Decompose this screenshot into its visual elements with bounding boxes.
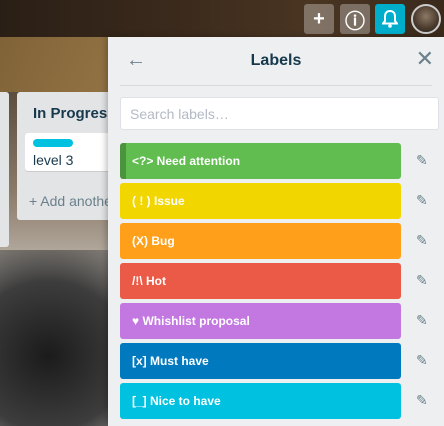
label-option[interactable]: /!\ Hot — [120, 263, 401, 299]
edit-pencil-icon[interactable]: ✎ — [416, 272, 428, 289]
list-column-partial — [0, 92, 9, 247]
label-row: ( ! ) Issue ✎ — [120, 183, 440, 219]
card-label — [33, 139, 73, 147]
info-button[interactable]: ⓘ — [340, 4, 370, 34]
label-option[interactable]: <?> Need attention — [120, 143, 401, 179]
label-option[interactable]: [_] Nice to have — [120, 383, 401, 419]
avatar[interactable] — [411, 4, 441, 34]
label-option[interactable]: [x] Must have — [120, 343, 401, 379]
label-list: <?> Need attention ✎( ! ) Issue ✎ (X) Bug ✎ /… — [120, 143, 440, 423]
label-row: ♥ Whishlist proposal ✎ — [120, 303, 440, 339]
popover-header: ← Labels ✕ — [108, 37, 444, 85]
edit-pencil-icon[interactable]: ✎ — [416, 392, 428, 409]
label-row: [_] Nice to have ✎ — [120, 383, 440, 419]
popover-title: Labels — [250, 52, 302, 69]
label-row: /!\ Hot ✎ — [120, 263, 440, 299]
label-row: (X) Bug ✎ — [120, 223, 440, 259]
info-icon: ⓘ — [345, 10, 365, 33]
plus-icon: + — [313, 7, 325, 30]
edit-pencil-icon[interactable]: ✎ — [416, 352, 428, 369]
labels-popover: ← Labels ✕ <?> Need attention✎( ! ) Issu… — [108, 37, 444, 426]
divider — [120, 85, 432, 86]
edit-pencil-icon[interactable]: ✎ — [416, 312, 428, 329]
card-title: level 3 — [33, 152, 74, 168]
edit-pencil-icon[interactable]: ✎ — [416, 192, 428, 209]
label-option[interactable]: ( ! ) Issue — [120, 183, 401, 219]
label-option[interactable]: ♥ Whishlist proposal — [120, 303, 401, 339]
edit-pencil-icon[interactable]: ✎ — [416, 152, 428, 169]
close-icon[interactable]: ✕ — [416, 46, 434, 72]
list-title[interactable]: In Progress — [33, 105, 116, 122]
edit-pencil-icon[interactable]: ✎ — [416, 232, 428, 249]
add-button[interactable]: + — [304, 4, 334, 34]
label-row: [x] Must have ✎ — [120, 343, 440, 379]
add-card-button[interactable]: + Add anothe — [29, 193, 112, 209]
label-row: <?> Need attention ✎ — [120, 143, 440, 179]
notifications-button[interactable] — [375, 4, 405, 34]
label-option[interactable]: (X) Bug — [120, 223, 401, 259]
bell-icon — [382, 10, 398, 28]
search-labels-input[interactable] — [120, 97, 439, 130]
